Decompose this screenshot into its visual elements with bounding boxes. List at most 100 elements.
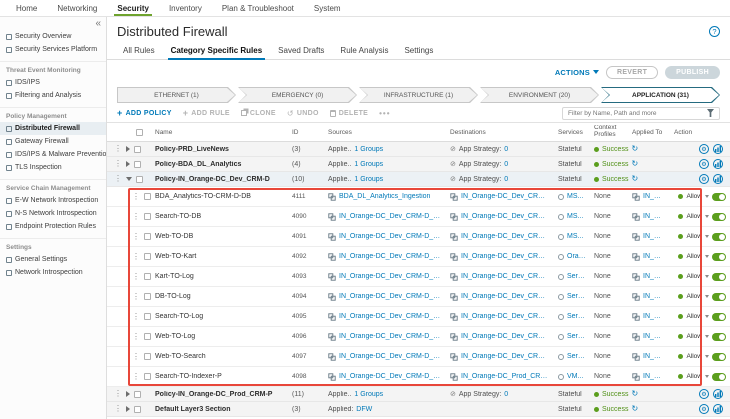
destination-group-link[interactable]: IN_Orange-DC_Dev_CRM-D_DB [461, 193, 554, 200]
policy-stats-icon[interactable] [713, 404, 723, 414]
expander-icon[interactable] [126, 161, 130, 167]
tab-settings[interactable]: Settings [396, 41, 441, 59]
rule-enabled-toggle[interactable] [712, 273, 726, 281]
action-dropdown-caret-icon[interactable] [705, 275, 709, 278]
action-label[interactable]: Allow [686, 233, 702, 240]
row-checkbox[interactable] [144, 373, 151, 380]
row-menu-icon[interactable]: ⋮ [132, 313, 140, 321]
policy-settings-gear-icon[interactable]: ⚙ [699, 404, 709, 414]
source-group-link[interactable]: IN_Orange-DC_Dev_CRM-D_Web [339, 253, 446, 260]
policy-settings-gear-icon[interactable]: ⚙ [699, 389, 709, 399]
applied-to-link[interactable]: IN_Ora... [643, 253, 670, 260]
destination-group-link[interactable]: IN_Orange-DC_Dev_CRM-D_DB [461, 233, 554, 240]
action-dropdown-caret-icon[interactable] [705, 295, 709, 298]
action-dropdown-caret-icon[interactable] [705, 235, 709, 238]
expander-icon[interactable] [126, 406, 130, 412]
destination-group-link[interactable]: IN_Orange-DC_Dev_CRM-D_Log [461, 333, 554, 340]
rule-row[interactable]: ⋮ DB-TO-Log 4094 IN_Orange-DC_Dev_CRM-D_… [107, 287, 730, 307]
service-link[interactable]: MS... [567, 193, 587, 200]
policy-row[interactable]: ⋮ Policy-PRD_LiveNews (3) Applie.. 1 Gro… [107, 142, 730, 157]
policy-row[interactable]: ⋮ Policy-IN_Orange-DC_Dev_CRM-D (10) App… [107, 172, 730, 187]
destination-group-link[interactable]: IN_Orange-DC_Dev_CRM-D_Log [461, 293, 554, 300]
source-group-link[interactable]: IN_Orange-DC_Dev_CRM-D_Web [339, 233, 446, 240]
rule-row[interactable]: ⋮ Search-TO-Indexer-P 4098 IN_Orange-DC_… [107, 367, 730, 387]
action-label[interactable]: Allow [686, 193, 702, 200]
row-menu-icon[interactable]: ⋮ [132, 293, 140, 301]
row-checkbox[interactable] [144, 333, 151, 340]
row-menu-icon[interactable]: ⋮ [132, 333, 140, 341]
applied-groups-link[interactable]: 1 Groups [354, 161, 383, 168]
policy-settings-gear-icon[interactable]: ⚙ [699, 144, 709, 154]
action-label[interactable]: Allow [686, 353, 702, 360]
row-checkbox[interactable] [144, 273, 151, 280]
category-tab-application-31[interactable]: APPLICATION (31) [601, 87, 720, 103]
rule-row[interactable]: ⋮ BDA_Analytics-TO-CRM-D-DB 4111 BDA_DL_… [107, 187, 730, 207]
row-checkbox[interactable] [134, 161, 141, 168]
applied-groups-link[interactable]: 1 Groups [354, 391, 383, 398]
sidebar-item-filtering-and-analysis[interactable]: Filtering and Analysis [0, 89, 106, 102]
sidebar-collapse-icon[interactable]: « [95, 18, 101, 29]
row-menu-icon[interactable]: ⋮ [132, 193, 140, 201]
policy-row[interactable]: ⋮ Policy-BDA_DL_Analytics (4) Applie.. 1… [107, 157, 730, 172]
strategy-count-link[interactable]: 0 [504, 161, 508, 168]
destination-group-link[interactable]: IN_Orange-DC_Dev_CRM-D_Log [461, 273, 554, 280]
row-menu-icon[interactable]: ⋮ [114, 405, 122, 413]
action-label[interactable]: Allow [686, 373, 702, 380]
tab-saved-drafts[interactable]: Saved Drafts [270, 41, 332, 59]
topnav-item-security[interactable]: Security [107, 0, 159, 16]
help-icon[interactable]: ? [709, 26, 720, 37]
rule-row[interactable]: ⋮ Web-TO-Log 4096 IN_Orange-DC_Dev_CRM-D… [107, 327, 730, 347]
action-dropdown-caret-icon[interactable] [705, 375, 709, 378]
add-rule-button[interactable]: +ADD RULE [183, 109, 230, 118]
add-policy-button[interactable]: +ADD POLICY [117, 109, 172, 118]
row-checkbox[interactable] [144, 233, 151, 240]
sidebar-item-tls-inspection[interactable]: TLS Inspection [0, 161, 106, 174]
rule-enabled-toggle[interactable] [712, 213, 726, 221]
rule-row[interactable]: ⋮ Kart-TO-Log 4093 IN_Orange-DC_Dev_CRM-… [107, 267, 730, 287]
filter-funnel-icon[interactable] [707, 109, 714, 117]
source-group-link[interactable]: IN_Orange-DC_Dev_CRM-D_Web [339, 353, 446, 360]
policy-stats-icon[interactable] [713, 174, 723, 184]
refresh-status-icon[interactable]: ↻ [631, 145, 638, 153]
destination-group-link[interactable]: IN_Orange-DC_Prod_CRM-P_Index... [461, 373, 554, 380]
action-dropdown-caret-icon[interactable] [705, 215, 709, 218]
service-link[interactable]: Serv... [567, 273, 590, 280]
sidebar-item-endpoint-protection-rules[interactable]: Endpoint Protection Rules [0, 220, 106, 233]
row-checkbox[interactable] [134, 146, 141, 153]
policy-row[interactable]: ⋮ Policy-IN_Orange-DC_Prod_CRM-P (11) Ap… [107, 387, 730, 402]
service-link[interactable]: MS... [567, 213, 587, 220]
row-checkbox[interactable] [144, 253, 151, 260]
destination-group-link[interactable]: IN_Orange-DC_Dev_CRM-D_Log [461, 313, 554, 320]
rule-row[interactable]: ⋮ Search-TO-DB 4090 IN_Orange-DC_Dev_CRM… [107, 207, 730, 227]
row-menu-icon[interactable]: ⋮ [132, 373, 140, 381]
row-checkbox[interactable] [144, 193, 151, 200]
action-label[interactable]: Allow [686, 253, 702, 260]
rule-row[interactable]: ⋮ Web-TO-Kart 4092 IN_Orange-DC_Dev_CRM-… [107, 247, 730, 267]
policy-row[interactable]: ⋮ Default Layer3 Section (3) Applied: DF… [107, 402, 730, 417]
source-group-link[interactable]: IN_Orange-DC_Dev_CRM-D_DB [339, 293, 446, 300]
service-link[interactable]: MS... [567, 233, 587, 240]
refresh-status-icon[interactable]: ↻ [631, 390, 638, 398]
action-dropdown-caret-icon[interactable] [705, 315, 709, 318]
tab-all-rules[interactable]: All Rules [115, 41, 163, 59]
applied-to-link[interactable]: IN_Ora... [643, 373, 670, 380]
action-label[interactable]: Allow [686, 333, 702, 340]
applied-to-link[interactable]: IN_Ora... [643, 193, 670, 200]
select-all-checkbox[interactable] [136, 129, 143, 136]
delete-button[interactable]: DELETE [330, 110, 368, 117]
sidebar-item-e-w-network-introspection[interactable]: E-W Network Introspection [0, 194, 106, 207]
row-menu-icon[interactable]: ⋮ [114, 175, 122, 183]
tab-rule-analysis[interactable]: Rule Analysis [332, 41, 396, 59]
actions-dropdown[interactable]: ACTIONS [555, 68, 599, 77]
topnav-item-system[interactable]: System [304, 0, 351, 16]
action-label[interactable]: Allow [686, 293, 702, 300]
row-checkbox[interactable] [144, 213, 151, 220]
category-tab-ethernet-1[interactable]: ETHERNET (1) [117, 87, 236, 103]
source-group-link[interactable]: BDA_DL_Analytics_Ingestion [339, 193, 434, 200]
row-checkbox[interactable] [144, 293, 151, 300]
action-dropdown-caret-icon[interactable] [705, 355, 709, 358]
rule-enabled-toggle[interactable] [712, 253, 726, 261]
sidebar-item-security-services-platform[interactable]: Security Services Platform [0, 43, 106, 56]
rule-row[interactable]: ⋮ Web-TO-Search 4097 IN_Orange-DC_Dev_CR… [107, 347, 730, 367]
service-link[interactable]: VM... [567, 373, 587, 380]
